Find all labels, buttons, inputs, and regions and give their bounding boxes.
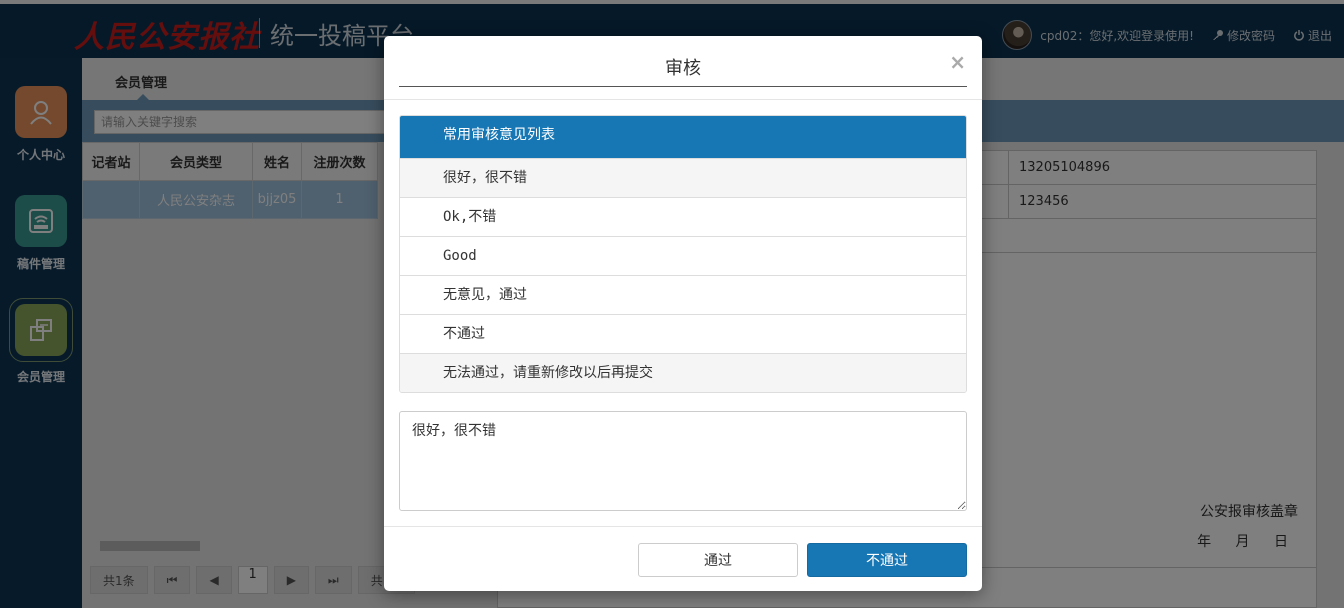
opinion-textarea[interactable] xyxy=(399,411,967,511)
reject-button[interactable]: 不通过 xyxy=(807,543,967,577)
common-opinions-list: 常用审核意见列表 很好，很不错 Ok,不错 Good 无意见，通过 不通过 无法… xyxy=(399,115,967,393)
list-title: 常用审核意见列表 xyxy=(400,116,966,158)
list-item[interactable]: 不通过 xyxy=(400,314,966,353)
list-item[interactable]: Ok,不错 xyxy=(400,197,966,236)
pass-button[interactable]: 通过 xyxy=(638,543,798,577)
dialog-header: 审核 × xyxy=(384,36,982,100)
review-dialog: 审核 × 常用审核意见列表 很好，很不错 Ok,不错 Good 无意见，通过 不… xyxy=(384,36,982,591)
close-icon[interactable]: × xyxy=(949,50,966,74)
list-item[interactable]: Good xyxy=(400,236,966,275)
list-item[interactable]: 无法通过，请重新修改以后再提交 xyxy=(400,353,966,392)
list-item[interactable]: 很好，很不错 xyxy=(400,158,966,197)
dialog-footer: 通过 不通过 xyxy=(384,526,982,591)
dialog-title: 审核 xyxy=(399,54,967,87)
list-item[interactable]: 无意见，通过 xyxy=(400,275,966,314)
